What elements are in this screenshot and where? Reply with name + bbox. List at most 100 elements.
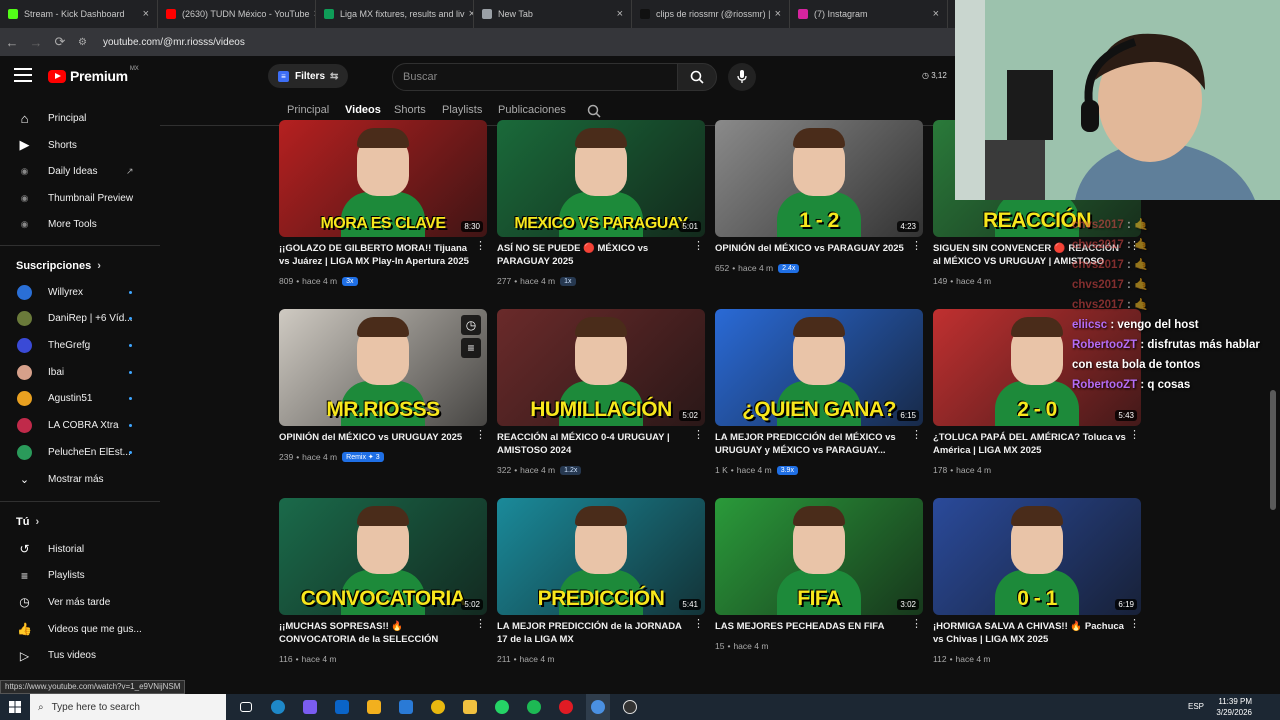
subscription-item[interactable]: Willyrex: [0, 279, 160, 305]
video-thumbnail[interactable]: ¿QUIEN GANA? 6:15: [715, 309, 923, 426]
edge-icon[interactable]: [266, 694, 290, 720]
video-title[interactable]: OPINIÓN del MÉXICO vs URUGUAY 2025: [279, 431, 473, 444]
windows-start-icon[interactable]: [0, 694, 30, 720]
clock[interactable]: 11:39 PM 3/29/2026: [1216, 696, 1252, 718]
filters-button[interactable]: ≡ Filters ⇆: [268, 64, 349, 88]
video-card[interactable]: HUMILLACIÓN 5:02 REACCIÓN al MÉXICO 0-4 UR…: [497, 309, 705, 479]
video-card[interactable]: PREDICCIÓN 5:41 LA MEJOR PREDICCIÓN de la …: [497, 498, 705, 668]
browser-tab[interactable]: clips de riossmr (@riossmr) | ×: [632, 0, 790, 28]
site-info-icon[interactable]: ⚙: [78, 37, 87, 48]
video-title[interactable]: ¡HORMIGA SALVA A CHIVAS!! 🔥 Pachuca vs C…: [933, 620, 1127, 646]
chrome-icon[interactable]: [426, 694, 450, 720]
video-thumbnail[interactable]: MR.RIOSSS ◷ ≡: [279, 309, 487, 426]
tab-shorts[interactable]: Shorts: [394, 104, 426, 116]
video-title[interactable]: LA MEJOR PREDICCIÓN de la JORNADA 17 de …: [497, 620, 691, 646]
whatsapp-icon[interactable]: [490, 694, 514, 720]
subscription-item[interactable]: PelucheEn ElEst...: [0, 439, 160, 465]
browser-tab[interactable]: (7) Instagram ×: [790, 0, 948, 28]
tab-videos[interactable]: Videos: [345, 104, 381, 116]
subscriptions-header[interactable]: Suscripciones ›: [16, 260, 101, 272]
video-thumbnail[interactable]: MORA ES CLAVE 8:30: [279, 120, 487, 237]
url-field[interactable]: youtube.com/@mr.riosss/videos: [103, 37, 245, 48]
video-title[interactable]: OPINIÓN del MÉXICO vs PARAGUAY 2025: [715, 242, 909, 255]
copilot-icon[interactable]: [298, 694, 322, 720]
subscription-item[interactable]: Ibai: [0, 359, 160, 385]
browser-tab[interactable]: Liga MX fixtures, results and liv×: [316, 0, 474, 28]
browser-tab[interactable]: (2630) TUDN México - YouTube×: [158, 0, 316, 28]
youtube-logo[interactable]: Premium MX: [48, 66, 139, 84]
video-thumbnail[interactable]: CONVOCATORIA 5:02: [279, 498, 487, 615]
tab-principal[interactable]: Principal: [287, 104, 329, 116]
more-options-icon[interactable]: ⋮: [911, 241, 922, 252]
tab-publicaciones[interactable]: Publicaciones: [498, 104, 566, 116]
back-icon[interactable]: ←: [0, 35, 24, 50]
more-options-icon[interactable]: ⋮: [1129, 619, 1140, 630]
more-options-icon[interactable]: ⋮: [693, 619, 704, 630]
language-indicator[interactable]: ESP: [1188, 702, 1204, 711]
video-title[interactable]: REACCIÓN al MÉXICO 0-4 URUGUAY | AMISTOS…: [497, 431, 691, 457]
sidebar-item-daily-ideas[interactable]: ◉ Daily Ideas ↗: [0, 158, 160, 184]
video-card[interactable]: MORA ES CLAVE 8:30 ¡¡GOLAZO DE GILBERTO MO…: [279, 120, 487, 290]
video-thumbnail[interactable]: 1 - 2 4:23: [715, 120, 923, 237]
tab-close-icon[interactable]: ×: [139, 8, 149, 20]
sidebar-item-videos-que-me-gus-[interactable]: 👍 Videos que me gus...: [0, 616, 160, 642]
add-to-queue-icon[interactable]: ≡: [461, 338, 481, 358]
vscode-icon[interactable]: [394, 694, 418, 720]
opera-icon[interactable]: [554, 694, 578, 720]
subscription-item[interactable]: TheGrefg: [0, 332, 160, 358]
video-title[interactable]: ¡¡MUCHAS SOPRESAS!! 🔥CONVOCATORIA de la …: [279, 620, 473, 647]
video-title[interactable]: LAS MEJORES PECHEADAS EN FIFA: [715, 620, 909, 633]
subscription-item[interactable]: DaniRep | +6 Víd...: [0, 306, 160, 332]
taskbar-search[interactable]: ⌕ Type here to search: [30, 694, 226, 720]
video-card[interactable]: FIFA 3:02 LAS MEJORES PECHEADAS EN FIFA 15 •…: [715, 498, 923, 668]
sidebar-item-tus-videos[interactable]: ▷ Tus videos: [0, 643, 160, 669]
channel-search-icon[interactable]: [587, 104, 601, 118]
subscription-item[interactable]: Agustin51: [0, 386, 160, 412]
reload-icon[interactable]: ⟳: [48, 34, 72, 50]
show-more-button[interactable]: ⌄ Mostrar más: [0, 466, 160, 492]
video-thumbnail[interactable]: PREDICCIÓN 5:41: [497, 498, 705, 615]
video-thumbnail[interactable]: 0 - 1 6:19: [933, 498, 1141, 615]
tab-close-icon[interactable]: ×: [613, 8, 623, 20]
sidebar-item-shorts[interactable]: ▶ Shorts: [0, 132, 160, 158]
menu-icon[interactable]: [14, 68, 32, 82]
sidebar-item-historial[interactable]: ↺ Historial: [0, 536, 160, 562]
spotify-icon[interactable]: [522, 694, 546, 720]
outlook-icon[interactable]: [330, 694, 354, 720]
scrollbar[interactable]: [1270, 390, 1276, 510]
video-card[interactable]: MR.RIOSSS ◷ ≡ OPINIÓN del MÉXICO vs URUGUAY…: [279, 309, 487, 479]
video-card[interactable]: CONVOCATORIA 5:02 ¡¡MUCHAS SOPRESAS!! 🔥CON…: [279, 498, 487, 668]
video-thumbnail[interactable]: MEXICO VS PARAGUAY 5:01: [497, 120, 705, 237]
chrome-active-icon[interactable]: [586, 694, 610, 720]
video-card[interactable]: 0 - 1 6:19 ¡HORMIGA SALVA A CHIVAS!! 🔥 Pac…: [933, 498, 1141, 668]
video-title[interactable]: ¿TOLUCA PAPÁ DEL AMÉRICA? Toluca vs Amér…: [933, 431, 1127, 457]
more-options-icon[interactable]: ⋮: [475, 241, 486, 252]
more-options-icon[interactable]: ⋮: [1129, 430, 1140, 441]
video-title[interactable]: LA MEJOR PREDICCIÓN del MÉXICO vs URUGUA…: [715, 431, 909, 457]
search-input[interactable]: [393, 64, 653, 90]
sidebar-item-principal[interactable]: ⌂ Principal: [0, 105, 160, 131]
more-options-icon[interactable]: ⋮: [475, 619, 486, 630]
more-options-icon[interactable]: ⋮: [911, 430, 922, 441]
video-thumbnail[interactable]: HUMILLACIÓN 5:02: [497, 309, 705, 426]
you-header[interactable]: Tú ›: [16, 516, 39, 528]
watch-later-icon[interactable]: ◷: [461, 315, 481, 335]
tab-close-icon[interactable]: ×: [465, 8, 473, 20]
video-title[interactable]: ASÍ NO SE PUEDE 🔴 MÉXICO vs PARAGUAY 202…: [497, 242, 691, 268]
more-options-icon[interactable]: ⋮: [693, 241, 704, 252]
browser-tab[interactable]: New Tab ×: [474, 0, 632, 28]
sidebar-item-more-tools[interactable]: ◉ More Tools: [0, 211, 160, 237]
sidebar-item-ver-m-s-tarde[interactable]: ◷ Ver más tarde: [0, 589, 160, 615]
more-options-icon[interactable]: ⋮: [693, 430, 704, 441]
video-thumbnail[interactable]: FIFA 3:02: [715, 498, 923, 615]
tab-close-icon[interactable]: ×: [929, 8, 939, 20]
video-card[interactable]: 1 - 2 4:23 OPINIÓN del MÉXICO vs PARAGUAY …: [715, 120, 923, 290]
voice-search-button[interactable]: [728, 63, 756, 91]
file-explorer-icon[interactable]: [458, 694, 482, 720]
video-card[interactable]: ¿QUIEN GANA? 6:15 LA MEJOR PREDICCIÓN del …: [715, 309, 923, 479]
sidebar-item-playlists[interactable]: ≡ Playlists: [0, 563, 160, 589]
subscription-item[interactable]: LA COBRA Xtra: [0, 413, 160, 439]
more-options-icon[interactable]: ⋮: [475, 430, 486, 441]
tab-playlists[interactable]: Playlists: [442, 104, 482, 116]
video-title[interactable]: ¡¡GOLAZO DE GILBERTO MORA!! Tijuana vs J…: [279, 242, 473, 268]
